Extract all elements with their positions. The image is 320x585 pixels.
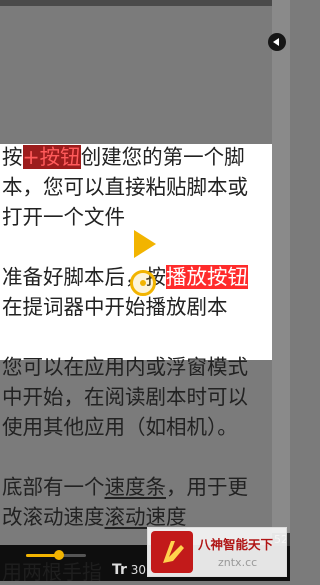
- script-text: 按: [2, 145, 23, 169]
- font-size-value: 30: [130, 563, 147, 577]
- script-line: 您可以在应用内或浮窗模式: [2, 355, 248, 379]
- watermark: 八神智能天下 zntx.cc: [147, 527, 287, 577]
- script-text: 改滚动速度: [2, 505, 105, 529]
- script-text: 底部有一个: [2, 475, 105, 499]
- underlined-text: 滚动速度: [104, 505, 187, 529]
- underlined-text: 速度条: [104, 475, 167, 499]
- script-line: 打开一个文件: [2, 205, 125, 229]
- script-line: 使用其他应用（如相机）。: [2, 415, 238, 439]
- speed-slider-knob[interactable]: [54, 550, 64, 560]
- watermark-url: zntx.cc: [218, 556, 258, 569]
- collapse-panel-button[interactable]: [268, 33, 286, 51]
- font-size-control[interactable]: Tr 30: [112, 562, 146, 578]
- watermark-logo-icon: [151, 531, 193, 573]
- script-line: 本，您可以直接粘贴脚本或: [2, 175, 248, 199]
- teleprompter-script[interactable]: 按+按钮创建您的第一个脚 本，您可以直接粘贴脚本或 打开一个文件 准备好脚本后，…: [2, 142, 272, 532]
- script-line: 中开始，在阅读剧本时可以: [2, 385, 248, 409]
- text-size-icon: Tr: [112, 562, 127, 578]
- status-strip: [0, 0, 290, 6]
- play-marker-icon[interactable]: [134, 230, 156, 258]
- script-line: 在提词器中开始播放剧本: [2, 295, 228, 319]
- script-line: 按+按钮创建您的第一个脚: [2, 142, 272, 172]
- script-text: 创建您的第一个脚: [80, 145, 245, 169]
- script-line: 底部有一个速度条，用于更: [2, 472, 272, 502]
- recenter-icon[interactable]: [130, 270, 156, 296]
- side-rail: [272, 0, 290, 545]
- highlighted-text: +按钮: [22, 145, 81, 169]
- script-text: ，用于更: [166, 475, 248, 499]
- highlighted-text: 播放按钮: [166, 265, 248, 289]
- watermark-title: 八神智能天下: [198, 537, 274, 552]
- chevron-left-icon: [273, 38, 279, 46]
